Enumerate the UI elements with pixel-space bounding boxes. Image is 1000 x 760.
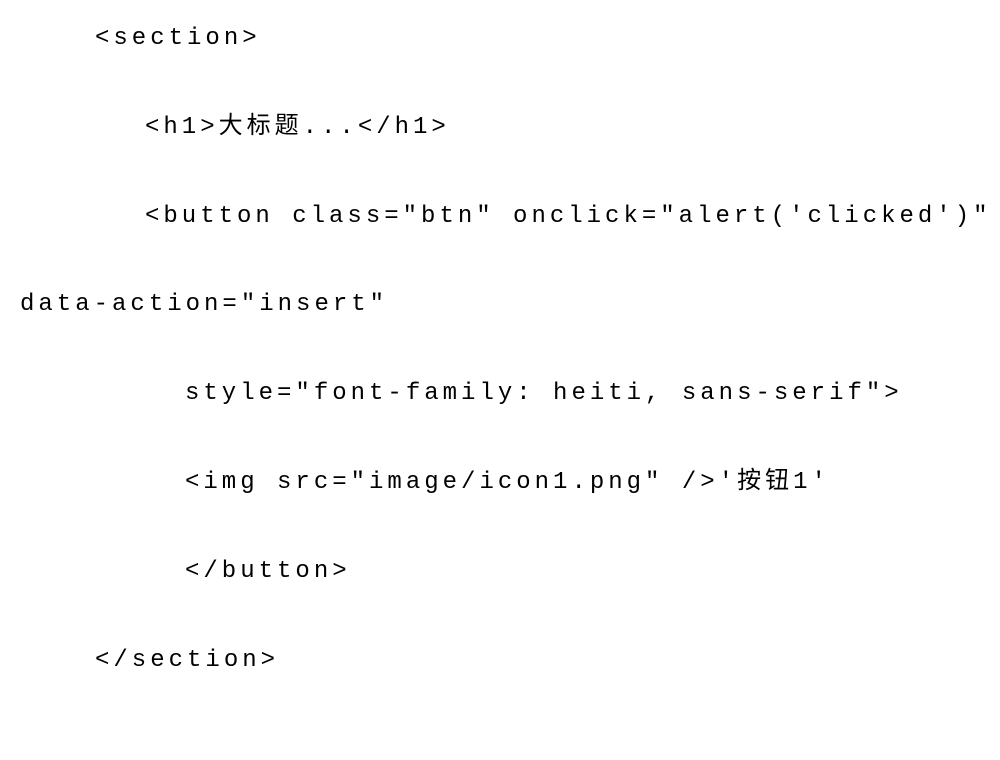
code-line-4: data-action="insert" [20,291,1000,320]
code-line-6: <img src="image/icon1.png" />'按钮1' [20,469,1000,498]
code-line-5: style="font-family: heiti, sans-serif"> [20,380,1000,409]
code-line-3: <button class="btn" onclick="alert('clic… [20,203,1000,232]
code-line-8: </section> [20,647,1000,676]
code-line-1: <section> [20,25,1000,54]
code-line-7: </button> [20,558,1000,587]
code-line-2: <h1>大标题...</h1> [20,114,1000,143]
